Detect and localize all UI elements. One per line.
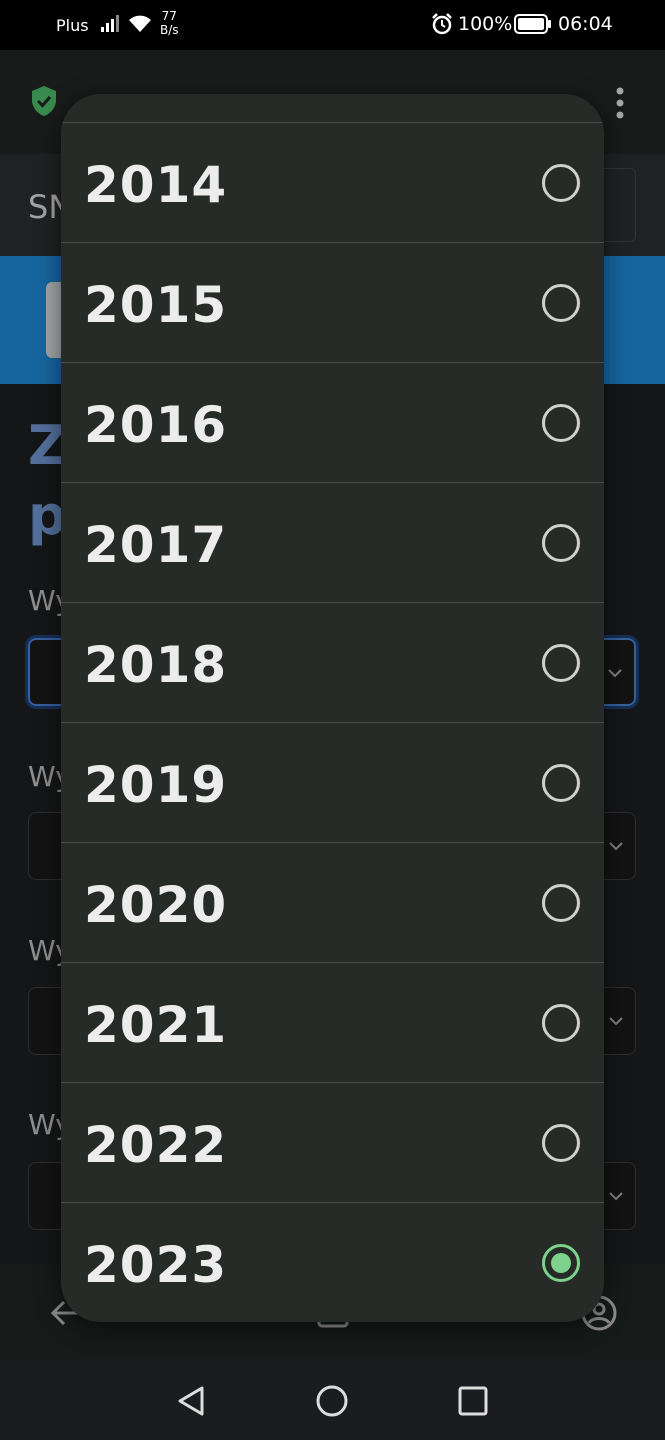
radio-button[interactable] [542, 524, 580, 562]
wifi-icon [129, 15, 151, 32]
carrier-label: Plus [56, 16, 89, 35]
screen: Plus 77 B/s 100% 06:04 SN Z p Wy Wy Wy W… [0, 0, 665, 1440]
radio-button-checked[interactable] [542, 1244, 580, 1282]
network-speed-unit: B/s [160, 23, 179, 37]
year-option[interactable]: 2017 [61, 483, 604, 603]
year-option-label: 2014 [84, 156, 228, 214]
year-option-selected[interactable]: 2023 [61, 1203, 604, 1322]
battery-percent: 100% [458, 13, 513, 35]
back-triangle-icon[interactable] [174, 1384, 208, 1418]
year-option[interactable]: 2019 [61, 723, 604, 843]
year-option-label: 2016 [84, 396, 228, 454]
recents-square-icon[interactable] [456, 1384, 490, 1418]
year-option-label: 2017 [84, 516, 228, 574]
network-speed-value: 77 [161, 9, 177, 23]
battery-icon [514, 14, 551, 34]
system-navigation-bar [0, 1360, 665, 1440]
year-option-label: 2020 [84, 876, 228, 934]
network-speed: 77 B/s [160, 9, 179, 37]
year-option-label: 2021 [84, 996, 228, 1054]
year-option[interactable]: 2016 [61, 363, 604, 483]
year-option-label: 2019 [84, 756, 228, 814]
status-bar: Plus 77 B/s 100% 06:04 [0, 0, 665, 50]
year-option-label: 2015 [84, 276, 228, 334]
year-option[interactable]: 2018 [61, 603, 604, 723]
radio-button[interactable] [542, 1004, 580, 1042]
radio-button[interactable] [542, 404, 580, 442]
alarm-icon [432, 13, 452, 35]
year-picker-dialog: 2014 2015 2016 2017 2018 2019 2020 2021 … [61, 94, 604, 1322]
year-option[interactable]: 2014 [61, 123, 604, 243]
radio-button[interactable] [542, 764, 580, 802]
year-option[interactable]: 2020 [61, 843, 604, 963]
radio-button[interactable] [542, 884, 580, 922]
radio-button[interactable] [542, 284, 580, 322]
year-option[interactable]: 2015 [61, 243, 604, 363]
radio-button[interactable] [542, 1124, 580, 1162]
radio-button[interactable] [542, 164, 580, 202]
year-option[interactable]: 2021 [61, 963, 604, 1083]
clock: 06:04 [558, 13, 613, 35]
year-option-label: 2018 [84, 636, 228, 694]
radio-button[interactable] [542, 644, 580, 682]
home-circle-icon[interactable] [315, 1384, 349, 1418]
year-option[interactable]: 2022 [61, 1083, 604, 1203]
year-option-label: 2022 [84, 1116, 228, 1174]
signal-icon [101, 15, 119, 32]
year-option-label: 2023 [84, 1236, 228, 1294]
